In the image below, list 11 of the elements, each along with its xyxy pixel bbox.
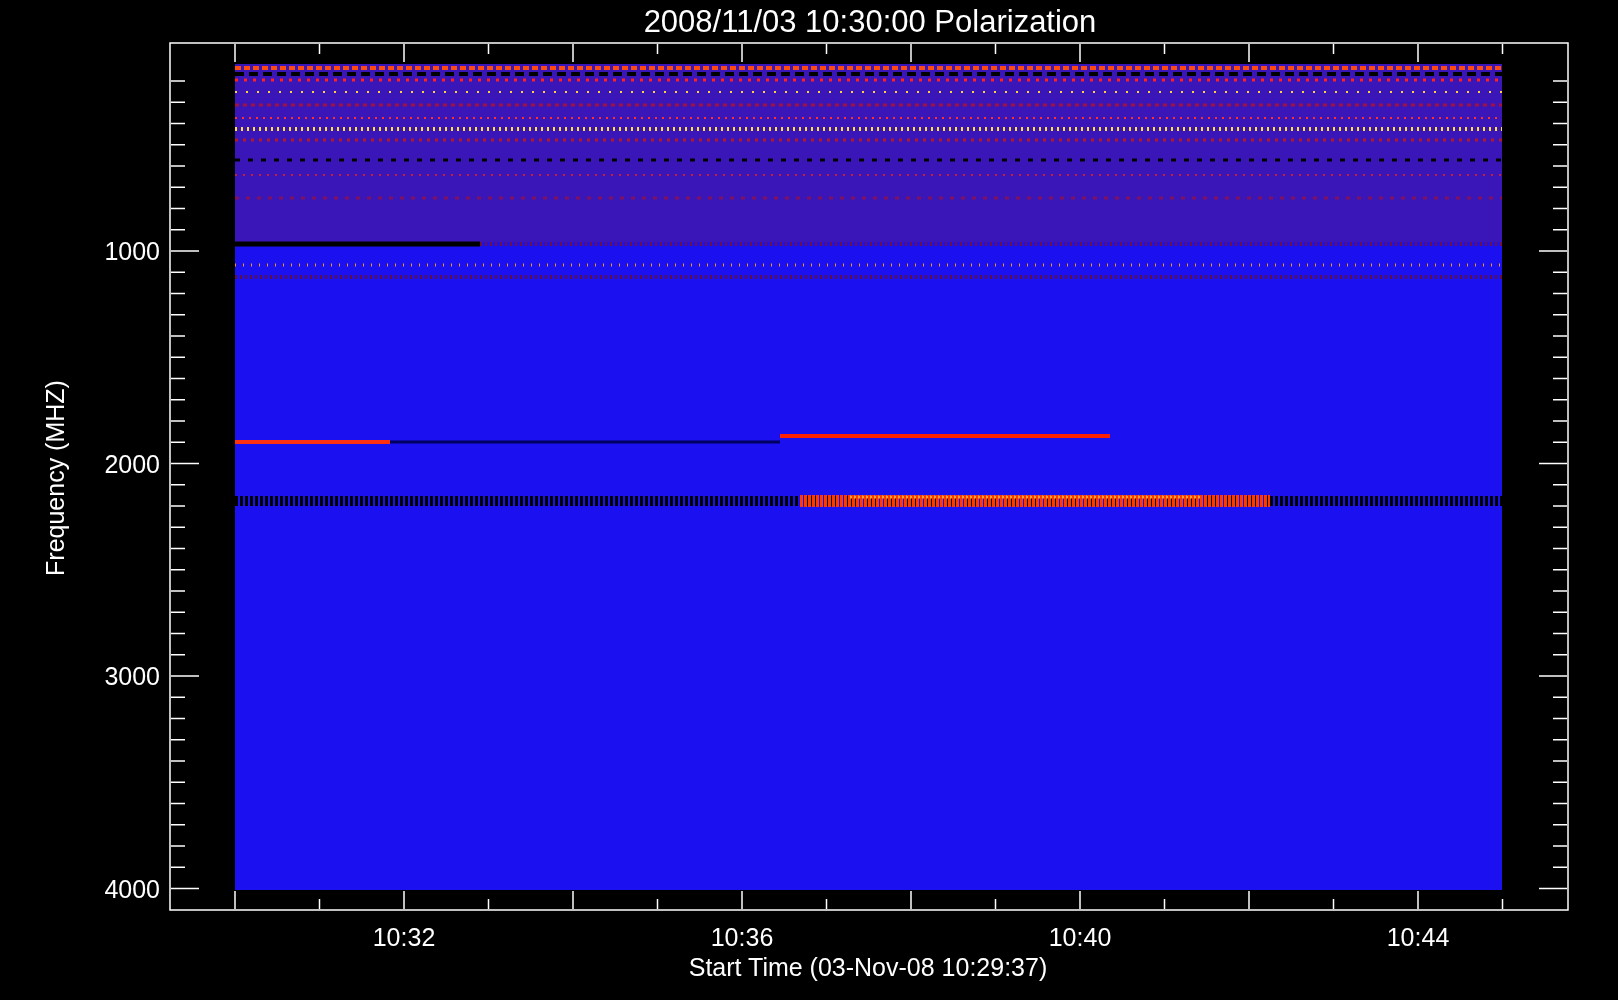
x-axis-title: Start Time (03-Nov-08 10:29:37) — [688, 953, 1048, 981]
y-tick-label: 1000 — [104, 237, 160, 265]
y-tick-label: 2000 — [104, 449, 160, 478]
x-tick-label: 10:32 — [372, 923, 436, 951]
x-tick-label: 10:36 — [710, 923, 774, 951]
x-tick-label: 10:40 — [1048, 923, 1112, 951]
x-tick-label: 10:44 — [1386, 923, 1450, 951]
y-axis-title: Frequency (MHZ) — [41, 380, 69, 576]
y-tick-label: 3000 — [104, 662, 160, 690]
y-tick-label: 4000 — [104, 874, 160, 903]
chart-title: 2008/11/03 10:30:00 Polarization — [643, 4, 1097, 39]
